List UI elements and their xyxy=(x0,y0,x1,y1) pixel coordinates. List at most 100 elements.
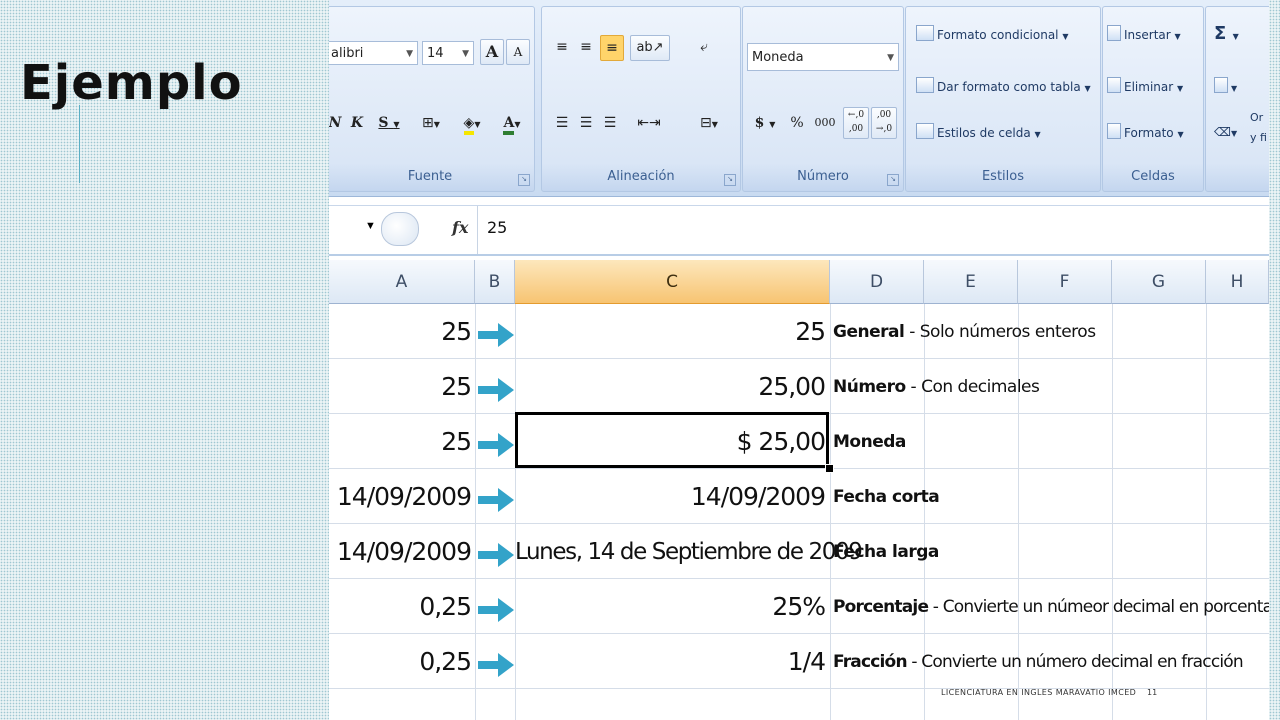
merge-center-button[interactable]: ⊟▼ xyxy=(692,111,726,137)
align-center-button[interactable]: ☰ xyxy=(576,111,596,137)
cell-c-value[interactable]: 14/09/2009 xyxy=(515,469,826,523)
currency-format-button[interactable]: $ ▼ xyxy=(747,111,783,137)
fill-color-button[interactable]: ◈▼ xyxy=(454,111,490,137)
cell-c-value[interactable]: Lunes, 14 de Septiembre de 2009 xyxy=(515,524,863,578)
styles-group: Formato condicional ▼ Dar formato como t… xyxy=(905,6,1101,192)
cell-a-value[interactable]: 25 xyxy=(329,304,472,358)
align-top-button[interactable]: ≡ xyxy=(552,35,572,61)
column-header-g[interactable]: G xyxy=(1112,260,1206,304)
indent-buttons[interactable]: ⇤⇥ xyxy=(626,111,672,137)
percent-style-button[interactable]: % xyxy=(785,111,809,137)
orientation-button[interactable]: ab↗ xyxy=(630,35,670,61)
arrow-right-icon xyxy=(478,323,514,347)
column-header-h[interactable]: H xyxy=(1206,260,1269,304)
cell-d-description[interactable]: Fracción - Convierte un número decimal e… xyxy=(833,634,1244,688)
editing-group: Σ ▼ ▼ ⌫▼ Or y fi xyxy=(1205,6,1269,192)
chevron-down-icon: ▼ xyxy=(462,49,469,59)
clear-button[interactable]: ⌫▼ xyxy=(1214,125,1237,139)
alignment-group: ≡ ≡ ≡ ab↗ ⤶ ☰ ☰ ☰ ⇤⇥ ⊟▼ Alineación ↘ xyxy=(541,6,741,192)
align-left-button[interactable]: ☰ xyxy=(552,111,572,137)
fill-handle[interactable] xyxy=(825,464,834,473)
font-size-value: 14 xyxy=(427,46,444,61)
font-name-select[interactable]: alibri ▼ xyxy=(329,41,418,65)
currency-icon: $ xyxy=(754,115,765,131)
insert-label: Insertar xyxy=(1124,28,1171,42)
delete-label: Eliminar xyxy=(1124,80,1174,94)
format-description: - Convierte un número decimal en fracció… xyxy=(906,652,1243,672)
decrease-decimal-button[interactable]: ,00 →,0 xyxy=(871,107,897,139)
conditional-format-button[interactable]: Formato condicional ▼ xyxy=(916,25,1069,42)
cell-c-value[interactable]: 1/4 xyxy=(515,634,826,688)
align-right-button[interactable]: ☰ xyxy=(600,111,620,137)
bold-button[interactable]: N xyxy=(329,111,344,137)
cell-styles-icon xyxy=(916,123,934,139)
cell-d-description[interactable]: General - Solo números enteros xyxy=(833,304,1096,358)
fill-button[interactable]: ▼ xyxy=(1214,77,1237,94)
sort-filter-button[interactable]: Or xyxy=(1250,111,1263,124)
cell-c-value[interactable]: 25,00 xyxy=(515,359,826,413)
format-as-table-button[interactable]: Dar formato como tabla ▼ xyxy=(916,77,1091,94)
column-header-a[interactable]: A xyxy=(329,260,475,304)
cell-a-value[interactable]: 14/09/2009 xyxy=(329,524,472,578)
font-color-button[interactable]: A▼ xyxy=(494,111,530,137)
thousands-icon: 000 xyxy=(814,116,836,129)
column-header-c[interactable]: C xyxy=(515,260,830,304)
cell-a-value[interactable]: 25 xyxy=(329,359,472,413)
excel-screenshot: alibri ▼ 14 ▼ A A N K S ▼ ⊞▼ ◈▼ A▼ Fuent… xyxy=(329,0,1269,720)
increase-decimal-button[interactable]: ←,0 ,00 xyxy=(843,107,869,139)
column-header-b[interactable]: B xyxy=(475,260,515,304)
format-button[interactable]: Formato ▼ xyxy=(1107,123,1184,140)
cell-c-value[interactable]: 25 xyxy=(515,304,826,358)
cell-a-value[interactable]: 14/09/2009 xyxy=(329,469,472,523)
chevron-down-icon: ▼ xyxy=(406,49,413,59)
column-header-f[interactable]: F xyxy=(1018,260,1112,304)
grow-font-icon: A xyxy=(485,42,499,61)
shrink-font-icon: A xyxy=(513,45,523,59)
arrow-right-icon xyxy=(478,378,514,402)
arrow-right-icon xyxy=(478,598,514,622)
cell-d-description[interactable]: Número - Con decimales xyxy=(833,359,1040,413)
insert-button[interactable]: Insertar ▼ xyxy=(1107,25,1181,42)
dialog-launcher-icon[interactable]: ↘ xyxy=(887,174,899,186)
expand-handle-icon[interactable] xyxy=(381,212,419,246)
sort-filter-label-2: y fi xyxy=(1250,131,1267,144)
arrow-right-icon xyxy=(478,543,514,567)
cell-styles-label: Estilos de celda xyxy=(937,126,1031,140)
delete-cells-icon xyxy=(1107,77,1121,93)
cell-a-value[interactable]: 0,25 xyxy=(329,579,472,633)
column-header-e[interactable]: E xyxy=(924,260,1018,304)
wrap-text-icon: ⤶ xyxy=(700,39,708,55)
cell-d-description[interactable]: Porcentaje - Convierte un númeor decimal… xyxy=(833,579,1269,633)
sort-label: Or xyxy=(1250,111,1264,124)
slide-page-number: 11 xyxy=(1147,688,1158,697)
format-name: Moneda xyxy=(833,432,906,452)
align-bottom-button[interactable]: ≡ xyxy=(600,35,624,61)
column-header-d[interactable]: D xyxy=(830,260,924,304)
underline-button[interactable]: S ▼ xyxy=(372,111,406,137)
grow-font-button[interactable]: A xyxy=(480,39,504,65)
dialog-launcher-icon[interactable]: ↘ xyxy=(724,174,736,186)
cell-d-description[interactable]: Fecha larga xyxy=(833,524,939,578)
cell-d-description[interactable]: Moneda xyxy=(833,414,906,468)
formula-input[interactable]: 25 xyxy=(487,218,507,237)
number-format-select[interactable]: Moneda ▼ xyxy=(747,43,899,71)
delete-button[interactable]: Eliminar ▼ xyxy=(1107,77,1183,94)
cell-styles-button[interactable]: Estilos de celda ▼ xyxy=(916,123,1041,140)
column-label: A xyxy=(395,272,408,292)
cell-d-description[interactable]: Fecha corta xyxy=(833,469,940,523)
format-as-table-label: Dar formato como tabla xyxy=(937,80,1081,94)
cell-a-value[interactable]: 0,25 xyxy=(329,634,472,688)
autosum-button[interactable]: Σ ▼ xyxy=(1214,23,1239,44)
cell-c-value[interactable]: 25% xyxy=(515,579,826,633)
borders-button[interactable]: ⊞▼ xyxy=(414,111,448,137)
font-size-select[interactable]: 14 ▼ xyxy=(422,41,474,65)
comma-style-button[interactable]: 000 xyxy=(811,111,839,137)
dialog-launcher-icon[interactable]: ↘ xyxy=(518,174,530,186)
wrap-text-button[interactable]: ⤶ xyxy=(692,35,716,61)
italic-button[interactable]: K xyxy=(346,111,368,137)
cell-a-value[interactable]: 25 xyxy=(329,414,472,468)
cells-group: Insertar ▼ Eliminar ▼ Formato ▼ Celdas xyxy=(1102,6,1204,192)
shrink-font-button[interactable]: A xyxy=(506,39,530,65)
fx-icon[interactable]: fx xyxy=(452,218,468,237)
align-middle-button[interactable]: ≡ xyxy=(576,35,596,61)
